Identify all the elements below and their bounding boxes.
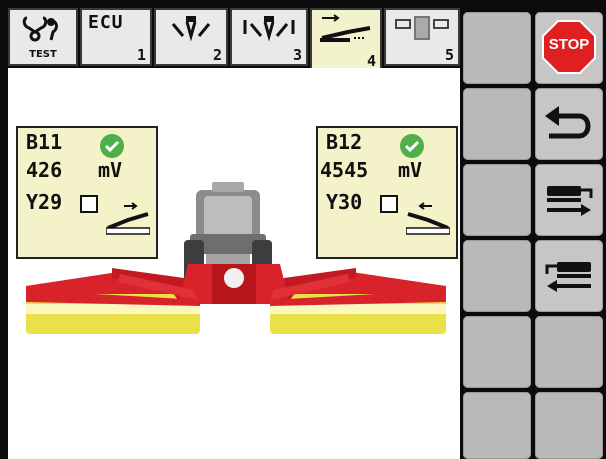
side-mower-icon [312,14,380,46]
sensor-label: B11 [26,130,63,154]
tab-ecu-label: ECU [88,12,124,33]
tab-5[interactable]: 5 [384,8,460,66]
mower-lift-icon [232,14,306,44]
tab-bar: TEST ECU 1 2 3 4 5 [8,8,460,70]
valve-checkbox[interactable] [380,195,398,213]
tab-3[interactable]: 3 [230,8,308,66]
tab-number: 2 [212,46,222,64]
mower-arrow-left-icon [545,262,591,292]
empty-key[interactable] [463,240,531,312]
check-icon [400,134,424,158]
softkey-grid: STOP [461,8,606,459]
valve-label: Y30 [326,190,363,214]
check-icon [100,134,124,158]
valve-checkbox[interactable] [80,195,98,213]
mower-out-button[interactable] [535,164,603,236]
sensor-unit: mV [398,158,423,182]
sensor-unit: mV [98,158,123,182]
right-mower-deck [270,268,446,334]
mower-position-icon [105,202,151,240]
left-sensor-panel: B11 426 mV Y29 [16,126,158,259]
empty-key[interactable] [535,316,603,388]
tab-test[interactable]: TEST [8,8,78,66]
diagnostic-icon [10,14,76,46]
empty-key[interactable] [463,12,531,84]
return-arrow-icon [545,106,591,139]
tab-test-label: TEST [29,49,57,60]
tab-4[interactable]: 4 [310,8,382,70]
stop-button[interactable]: STOP [535,12,603,84]
tab-number: 5 [444,46,454,64]
mower-group-icon [156,14,226,44]
mower-in-button[interactable] [535,240,603,312]
empty-key[interactable] [463,164,531,236]
empty-key[interactable] [463,316,531,388]
mower-arrow-right-icon [547,186,593,216]
terminal-screen: TEST ECU 1 2 3 4 5 B11 426 mV Y29 B12 45… [0,0,606,459]
mower-position-icon [405,202,451,240]
back-button[interactable] [535,88,603,160]
sensor-value: 426 [26,158,63,182]
tab-2[interactable]: 2 [154,8,228,66]
empty-key[interactable] [535,392,603,459]
tab-number: 1 [136,46,146,64]
empty-key[interactable] [463,88,531,160]
empty-key[interactable] [463,392,531,459]
tab-number: 3 [292,46,302,64]
sensor-value: 4545 [320,158,369,182]
tab-ecu[interactable]: ECU 1 [80,8,152,66]
stop-label: STOP [548,36,590,53]
left-mower-deck [26,268,200,334]
right-sensor-panel: B12 4545 mV Y30 [316,126,458,259]
cab-display-icon [386,14,458,44]
valve-label: Y29 [26,190,63,214]
main-panel: B11 426 mV Y29 B12 4545 mV Y30 [8,68,460,459]
sensor-label: B12 [326,130,363,154]
